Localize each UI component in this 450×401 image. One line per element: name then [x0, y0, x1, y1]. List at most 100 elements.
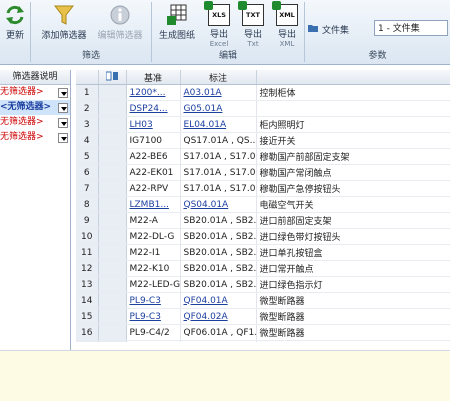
table-row[interactable]: 3 LH03 EL04.01A 柜内照明灯: [76, 116, 450, 133]
filter-row[interactable]: 无筛选器>: [0, 115, 70, 130]
chevron-down-icon[interactable]: [58, 103, 68, 113]
column-settings-button[interactable]: [98, 70, 127, 85]
cell-mark: SB20.01A , SB2...: [180, 228, 257, 245]
table-row[interactable]: 7 A22-RPVS17.01A , S17.0...穆勒国产急停按钮头: [76, 180, 450, 197]
add-filter-button[interactable]: 添加筛选器: [39, 4, 89, 46]
column-header-mark[interactable]: 标注: [180, 70, 257, 85]
cell-mark[interactable]: QF04.01A: [180, 292, 257, 309]
cell-mark: SB20.01A , SB2...: [180, 260, 257, 277]
cell-mark[interactable]: QF04.02A: [180, 308, 257, 325]
ribbon-group-params: 文件集 1 - 文件集 参数: [305, 2, 450, 62]
edit-filter-label: 编辑筛选器: [97, 31, 143, 41]
params-group-label: 参数: [368, 51, 387, 61]
cell-desc: 进口绿色指示灯: [256, 276, 450, 293]
row-spacer: [98, 324, 127, 341]
cell-desc: 进口绿色带灯按钮头: [256, 228, 450, 245]
cell-base: M22-A: [126, 212, 181, 229]
table-row[interactable]: 10 M22-DL-G SB20.01A , SB2... 进口绿色带灯按钮头: [76, 228, 450, 245]
table-row[interactable]: 9 M22-A SB20.01A , SB2... 进口前部固定支架: [76, 212, 450, 229]
filter-row-label: 无筛选器>: [0, 132, 44, 142]
row-number: 15: [76, 308, 99, 325]
cell-mark: QF06.01A , QF1...: [180, 324, 257, 341]
cell-base[interactable]: LZMB1...: [126, 196, 181, 213]
table-row[interactable]: 6 A22-EK01S17.01A , S17.0...穆勒国产常闭触点: [76, 164, 450, 181]
column-header-base[interactable]: 基准: [126, 70, 181, 85]
row-spacer: [98, 244, 127, 261]
row-number: 12: [76, 260, 99, 277]
ribbon-group-filter: 添加筛选器 编辑筛选器 筛选: [31, 2, 152, 62]
row-number: 16: [76, 324, 99, 341]
refresh-label: 更新: [5, 31, 24, 41]
generate-drawing-icon: [167, 4, 187, 25]
export-txt-button[interactable]: TXT 导出 Txt: [238, 1, 268, 48]
cell-mark[interactable]: A03.01A: [180, 84, 257, 101]
table-row[interactable]: 2 DSP24... G05.01A: [76, 100, 450, 117]
cell-mark[interactable]: EL04.01A: [180, 116, 257, 133]
generate-drawing-label: 生成图纸: [158, 31, 195, 41]
row-spacer: [98, 212, 127, 229]
row-number: 10: [76, 228, 99, 245]
edit-filter-button[interactable]: 编辑筛选器: [93, 4, 147, 46]
table-row[interactable]: 8 LZMB1... QS04.01A 电磁空气开关: [76, 196, 450, 213]
cell-desc: 控制柜体: [256, 84, 450, 101]
table-row[interactable]: 15 PL9-C3 QF04.02A 微型断路器: [76, 308, 450, 325]
cell-base[interactable]: PL9-C3: [126, 308, 181, 325]
parts-table: 基准 标注 说明 1 1200*...A03.01A控制柜体 2 DSP24...G0…: [76, 70, 450, 342]
cell-base: M22-I1: [126, 244, 181, 261]
generate-drawing-button[interactable]: 生成图纸: [156, 4, 198, 46]
row-number: 8: [76, 196, 99, 213]
cell-base[interactable]: DSP24...: [126, 100, 181, 117]
docset-select[interactable]: 1 - 文件集: [374, 20, 448, 36]
chevron-down-icon[interactable]: [58, 133, 68, 143]
docset-icon: [308, 25, 318, 32]
table-header-row: 基准 标注 说明: [76, 70, 450, 85]
export-excel-button[interactable]: XLS 导出 Excel: [204, 1, 234, 48]
ribbon-group-edit: 生成图纸 XLS 导出 Excel TXT 导出 Txt XML 导出 XML …: [152, 1, 305, 62]
export-xml-sub: XML: [279, 40, 295, 48]
cell-base[interactable]: LH03: [126, 116, 181, 133]
filter-row-label: 无筛选器>: [0, 87, 44, 97]
cell-mark: SB20.01A , SB2...: [180, 276, 257, 293]
cell-base: M22-K10: [126, 260, 181, 277]
export-excel-sub: Excel: [209, 40, 229, 48]
row-number: 9: [76, 212, 99, 229]
cell-mark[interactable]: QS04.01A: [180, 196, 257, 213]
row-number: 5: [76, 148, 99, 165]
table-row[interactable]: 16 PL9-C4/2 QF06.01A , QF1... 微型断路器: [76, 324, 450, 341]
table-row[interactable]: 4 IG7100 QS17.01A , QS... 接近开关: [76, 132, 450, 149]
cell-desc: 电磁空气开关: [256, 196, 450, 213]
table-row[interactable]: 5 A22-BE6S17.01A , S17.0...穆勒国产前部固定支架: [76, 148, 450, 165]
filter-row[interactable]: 无筛选器>: [0, 85, 70, 100]
cell-base[interactable]: PL9-C3: [126, 292, 181, 309]
row-spacer: [98, 132, 127, 149]
export-txt-icon: TXT: [238, 1, 264, 26]
cell-mark[interactable]: G05.01A: [180, 100, 257, 117]
row-spacer: [98, 308, 127, 325]
row-number: 14: [76, 292, 99, 309]
cell-desc: 穆勒国产急停按钮头: [256, 180, 450, 197]
table-row[interactable]: 12 M22-K10 SB20.01A , SB2... 进口常开触点: [76, 260, 450, 277]
export-txt-label: 导出: [243, 30, 262, 40]
row-number: 11: [76, 244, 99, 261]
cell-base[interactable]: 1200*...: [126, 84, 181, 101]
chevron-down-icon[interactable]: [58, 118, 68, 128]
table-row[interactable]: 13 M22-LED-G SB20.01A , SB2... 进口绿色指示灯: [76, 276, 450, 293]
cell-base: IG7100: [126, 132, 181, 149]
export-excel-label: 导出: [209, 30, 228, 40]
table-row[interactable]: 14 PL9-C3 QF04.01A 微型断路器: [76, 292, 450, 309]
filter-row-label: <无筛选器>: [0, 102, 52, 112]
cell-desc: 微型断路器: [256, 308, 450, 325]
table-row[interactable]: 11 M22-I1 SB20.01A , SB2... 进口单孔按钮盒: [76, 244, 450, 261]
column-header-desc[interactable]: 说明: [256, 70, 450, 85]
cell-base: PL9-C4/2: [126, 324, 181, 341]
filter-row[interactable]: 无筛选器>: [0, 130, 70, 145]
ribbon-toolbar: 更新 添加筛选器 编辑筛选器 筛选 生成图纸 XLS 导出 Excel TXT …: [0, 0, 450, 65]
filter-row-selected[interactable]: <无筛选器>: [0, 100, 70, 115]
table-row[interactable]: 1 1200*... A03.01A 控制柜体: [76, 84, 450, 101]
chevron-down-icon[interactable]: [58, 88, 68, 98]
column-settings-icon: [105, 71, 118, 80]
filter-panel: 筛选器说明 无筛选器> <无筛选器> 无筛选器> 无筛选器>: [0, 70, 71, 350]
cell-desc: 进口常开触点: [256, 260, 450, 277]
export-xml-button[interactable]: XML 导出 XML: [272, 1, 302, 48]
refresh-button[interactable]: 更新: [2, 4, 28, 46]
